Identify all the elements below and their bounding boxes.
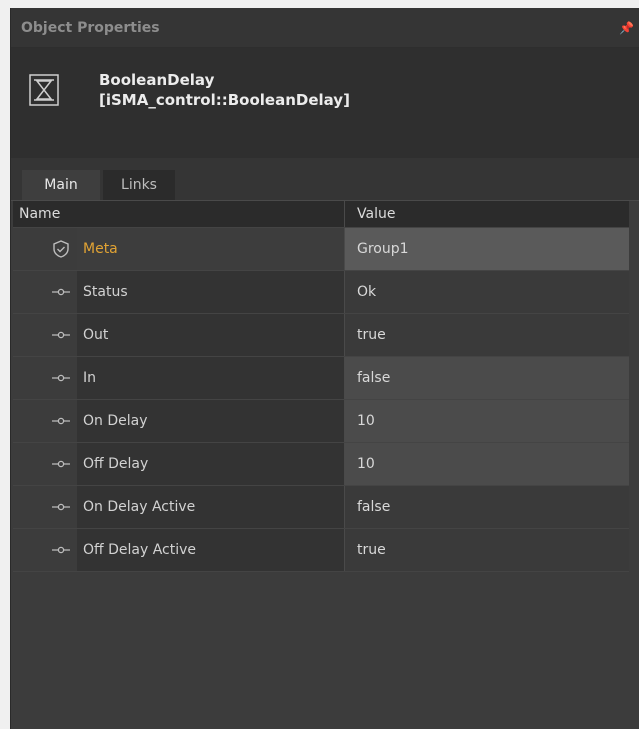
row-name: In [77,357,345,399]
object-name: BooleanDelay [99,71,215,89]
panel-titlebar: Object Properties 📌 [11,8,639,48]
table-row[interactable]: Off Delay 10 [13,443,629,486]
slot-pin-icon [52,546,70,554]
row-value[interactable]: 10 [345,443,629,485]
row-name: Off Delay [77,443,345,485]
table-row[interactable]: Meta Group1 [13,228,629,271]
shield-icon [53,240,69,258]
object-type: [iSMA_control::BooleanDelay] [99,91,350,109]
hourglass-icon [29,74,59,106]
table-row[interactable]: On Delay Active false [13,486,629,529]
column-header-name[interactable]: Name [13,201,345,227]
slot-pin-icon [52,460,70,468]
table-row[interactable]: Off Delay Active true [13,529,629,572]
panel-title: Object Properties [21,19,160,36]
table-row[interactable]: In false [13,357,629,400]
slot-pin-icon [52,417,70,425]
row-name: Out [77,314,345,356]
table-header: Name Value [13,201,629,228]
row-value[interactable]: Group1 [345,228,629,270]
slot-pin-icon [52,503,70,511]
slot-pin-icon [52,331,70,339]
row-value[interactable]: 10 [345,400,629,442]
tab-main[interactable]: Main [22,170,100,200]
row-value: true [345,529,629,571]
table-row[interactable]: Status Ok [13,271,629,314]
properties-table: Name Value Meta Group1 Status Ok Out tru… [13,201,629,572]
tab-bar: Main Links [11,158,639,201]
row-value[interactable]: false [345,357,629,399]
row-name: Meta [77,228,345,270]
row-name: On Delay Active [77,486,345,528]
row-name: Status [77,271,345,313]
slot-pin-icon [52,288,70,296]
table-row[interactable]: On Delay 10 [13,400,629,443]
column-header-value[interactable]: Value [345,201,629,227]
row-value: false [345,486,629,528]
slot-pin-icon [52,374,70,382]
pin-icon[interactable]: 📌 [619,21,634,35]
tab-links[interactable]: Links [103,170,175,200]
row-name: Off Delay Active [77,529,345,571]
table-row[interactable]: Out true [13,314,629,357]
object-name-block: BooleanDelay [iSMA_control::BooleanDelay… [99,70,350,110]
object-header: BooleanDelay [iSMA_control::BooleanDelay… [11,48,639,158]
row-value: Ok [345,271,629,313]
row-value: true [345,314,629,356]
row-name: On Delay [77,400,345,442]
